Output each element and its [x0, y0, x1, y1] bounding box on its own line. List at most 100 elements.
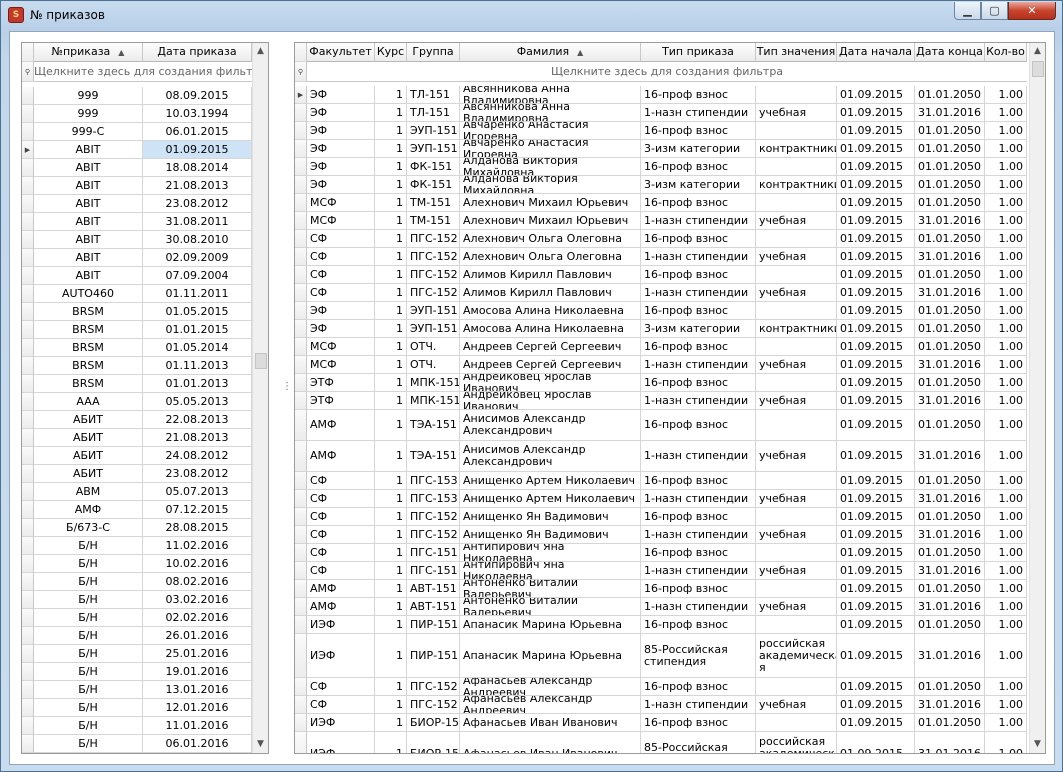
table-cell[interactable]: [756, 714, 837, 732]
table-cell[interactable]: АМФ: [307, 410, 375, 441]
table-cell[interactable]: СФ: [307, 526, 375, 544]
table-cell[interactable]: учебная: [756, 212, 837, 230]
table-cell[interactable]: ABIT: [34, 195, 143, 213]
table-cell[interactable]: 1.00: [985, 696, 1027, 714]
table-cell[interactable]: Апанасик Марина Юрьевна: [460, 634, 641, 678]
table-cell[interactable]: учебная: [756, 248, 837, 266]
table-cell[interactable]: Авчаренко Анастасия Игоревна: [460, 122, 641, 140]
table-cell[interactable]: БИОР-151: [407, 732, 460, 753]
table-cell[interactable]: ПГС-152: [407, 696, 460, 714]
table-cell[interactable]: [756, 374, 837, 392]
column-header[interactable]: Фамилия ▲: [460, 43, 641, 62]
table-cell[interactable]: 31.01.2016: [915, 490, 985, 508]
scroll-down-icon[interactable]: ▼: [1030, 736, 1045, 753]
table-cell[interactable]: 31.01.2016: [915, 284, 985, 302]
table-cell[interactable]: 3-изм категории: [641, 176, 756, 194]
table-cell[interactable]: 1.00: [985, 598, 1027, 616]
table-cell[interactable]: 07.12.2015: [143, 501, 252, 519]
table-cell[interactable]: 01.01.2050: [915, 86, 985, 104]
table-cell[interactable]: 01.09.2015: [837, 598, 915, 616]
table-cell[interactable]: 31.01.2016: [915, 356, 985, 374]
table-cell[interactable]: Б/673-С: [34, 519, 143, 537]
table-cell[interactable]: 01.09.2015: [837, 714, 915, 732]
table-cell[interactable]: ФК-151: [407, 176, 460, 194]
column-header[interactable]: Тип значения: [756, 43, 837, 62]
table-cell[interactable]: АМФ: [34, 501, 143, 519]
table-cell[interactable]: ИЭФ: [307, 714, 375, 732]
table-cell[interactable]: 01.01.2050: [915, 508, 985, 526]
table-cell[interactable]: 01.01.2050: [915, 714, 985, 732]
table-cell[interactable]: ПГС-152: [407, 230, 460, 248]
table-cell[interactable]: российская академическа я: [756, 732, 837, 753]
table-cell[interactable]: Б/Н: [34, 591, 143, 609]
table-cell[interactable]: 01.09.2015: [837, 86, 915, 104]
table-cell[interactable]: АБИТ: [34, 465, 143, 483]
table-cell[interactable]: учебная: [756, 562, 837, 580]
table-cell[interactable]: 30.08.2010: [143, 231, 252, 249]
table-cell[interactable]: 01.01.2050: [915, 230, 985, 248]
table-cell[interactable]: контрактники: [756, 320, 837, 338]
table-cell[interactable]: BRSM: [34, 321, 143, 339]
table-cell[interactable]: ABIT: [34, 141, 143, 159]
table-cell[interactable]: ОТЧ.: [407, 338, 460, 356]
table-cell[interactable]: 01.09.2015: [837, 562, 915, 580]
table-cell[interactable]: 1-назн стипендии: [641, 490, 756, 508]
table-cell[interactable]: 01.09.2015: [837, 122, 915, 140]
table-cell[interactable]: ТМ-151: [407, 212, 460, 230]
table-cell[interactable]: 16-проф взнос: [641, 410, 756, 441]
table-cell[interactable]: ЭУП-151: [407, 302, 460, 320]
table-cell[interactable]: 01.09.2015: [143, 141, 252, 159]
table-cell[interactable]: 01.01.2050: [915, 176, 985, 194]
table-cell[interactable]: 01.11.2011: [143, 285, 252, 303]
table-cell[interactable]: 31.01.2016: [915, 212, 985, 230]
table-cell[interactable]: Антоненко Виталий Валерьевич: [460, 598, 641, 616]
table-cell[interactable]: 01.05.2015: [143, 303, 252, 321]
table-cell[interactable]: Антипирович Яна Николаевна: [460, 544, 641, 562]
table-cell[interactable]: 01.09.2015: [837, 410, 915, 441]
table-cell[interactable]: 08.02.2016: [143, 573, 252, 591]
table-cell[interactable]: ПГС-153: [407, 472, 460, 490]
table-cell[interactable]: ТЭА-151: [407, 410, 460, 441]
table-cell[interactable]: 1.00: [985, 490, 1027, 508]
table-cell[interactable]: 1: [375, 472, 407, 490]
table-cell[interactable]: 1-назн стипендии: [641, 526, 756, 544]
table-cell[interactable]: 01.09.2015: [837, 356, 915, 374]
table-cell[interactable]: Анищенко Ян Вадимович: [460, 508, 641, 526]
left-scrollbar[interactable]: ▲ ▼: [252, 43, 268, 753]
table-cell[interactable]: 21.08.2013: [143, 429, 252, 447]
table-cell[interactable]: Алехнович Ольга Олеговна: [460, 248, 641, 266]
table-cell[interactable]: [756, 410, 837, 441]
table-cell[interactable]: [756, 338, 837, 356]
table-cell[interactable]: 31.01.2016: [915, 526, 985, 544]
table-cell[interactable]: ПГС-151: [407, 562, 460, 580]
table-cell[interactable]: Алимов Кирилл Павлович: [460, 266, 641, 284]
table-cell[interactable]: 10.02.2016: [143, 555, 252, 573]
table-cell[interactable]: 1.00: [985, 544, 1027, 562]
table-cell[interactable]: BRSM: [34, 375, 143, 393]
table-cell[interactable]: АБИТ: [34, 447, 143, 465]
table-cell[interactable]: 1.00: [985, 230, 1027, 248]
table-cell[interactable]: 01.09.2015: [837, 266, 915, 284]
table-cell[interactable]: МСФ: [307, 194, 375, 212]
table-cell[interactable]: Анищенко Ян Вадимович: [460, 526, 641, 544]
table-cell[interactable]: 01.01.2050: [915, 158, 985, 176]
table-cell[interactable]: ЭТФ: [307, 392, 375, 410]
table-cell[interactable]: 1: [375, 212, 407, 230]
table-cell[interactable]: контрактники: [756, 176, 837, 194]
table-cell[interactable]: ABIT: [34, 177, 143, 195]
table-cell[interactable]: 1.00: [985, 266, 1027, 284]
table-cell[interactable]: учебная: [756, 441, 837, 472]
table-cell[interactable]: 25.01.2016: [143, 645, 252, 663]
table-cell[interactable]: ОТЧ.: [407, 356, 460, 374]
table-cell[interactable]: 31.01.2016: [915, 598, 985, 616]
table-cell[interactable]: СФ: [307, 284, 375, 302]
table-cell[interactable]: 1.00: [985, 320, 1027, 338]
table-cell[interactable]: Антипирович Яна Николаевна: [460, 562, 641, 580]
table-cell[interactable]: 01.01.2050: [915, 122, 985, 140]
table-cell[interactable]: Афанасьев Александр Андреевич: [460, 696, 641, 714]
table-cell[interactable]: ТЭА-151: [407, 441, 460, 472]
table-cell[interactable]: 1: [375, 86, 407, 104]
table-cell[interactable]: 31.01.2016: [915, 562, 985, 580]
table-cell[interactable]: [756, 86, 837, 104]
table-cell[interactable]: 01.09.2015: [837, 472, 915, 490]
